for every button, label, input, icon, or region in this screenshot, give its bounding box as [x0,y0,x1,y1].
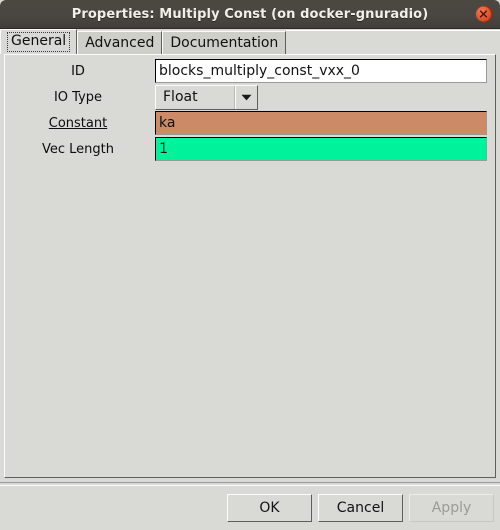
window-title: Properties: Multiply Const (on docker-gn… [71,6,429,22]
control-constant [155,110,493,136]
io-type-combobox[interactable]: Float [155,84,258,110]
form-row-constant: Constant [7,110,493,136]
titlebar: Properties: Multiply Const (on docker-gn… [0,0,500,29]
control-id [155,58,493,84]
tab-advanced-label: Advanced [85,35,155,51]
id-input[interactable] [155,59,487,83]
tab-bar: General Advanced Documentation [0,29,500,54]
properties-dialog: Properties: Multiply Const (on docker-gn… [0,0,500,530]
tab-advanced[interactable]: Advanced [77,31,163,54]
tab-documentation[interactable]: Documentation [162,31,287,54]
tab-documentation-label: Documentation [170,35,279,51]
tab-general-label: General [7,32,71,52]
label-constant: Constant [48,115,108,131]
tab-page-general: ID IO Type Float [4,54,496,478]
properties-form: ID IO Type Float [5,55,495,162]
cancel-button[interactable]: Cancel [318,494,403,522]
label-id: ID [71,63,85,79]
apply-button: Apply [409,494,494,522]
dialog-action-area: OK Cancel Apply [0,486,500,530]
vec-length-input[interactable] [155,137,487,161]
io-type-value: Float [163,89,198,105]
close-icon [479,10,488,19]
form-row-vec-length: Vec Length [7,136,493,162]
chevron-down-icon [234,85,257,109]
label-vec-length: Vec Length [41,141,114,157]
control-io-type: Float [155,84,493,110]
tab-bar-filler [286,30,500,54]
form-row-id: ID [7,58,493,84]
label-io-type: IO Type [53,89,103,105]
constant-input[interactable] [155,111,487,135]
form-row-io-type: IO Type Float [7,84,493,110]
ok-button[interactable]: OK [227,494,312,522]
control-vec-length [155,136,493,162]
close-button[interactable] [475,5,492,23]
tab-general[interactable]: General [0,29,78,54]
